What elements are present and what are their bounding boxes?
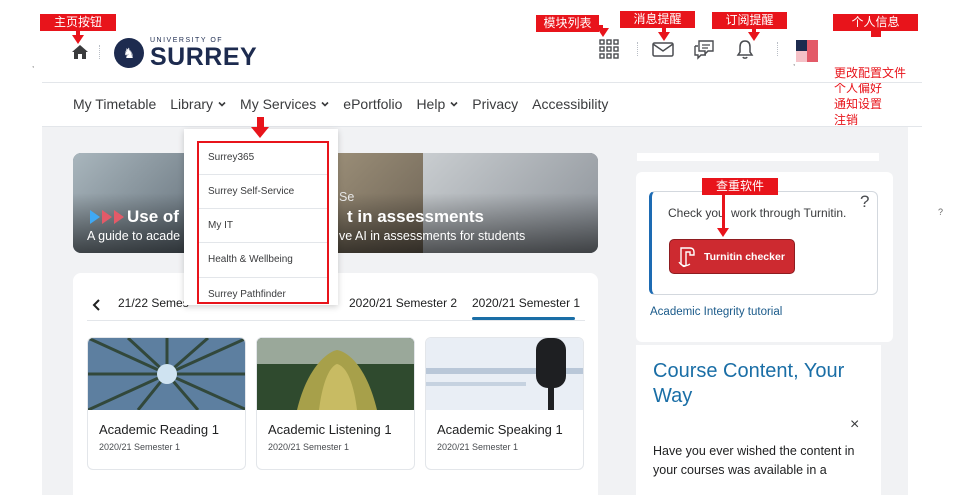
chevron-down-icon: [450, 101, 458, 107]
play-triangle-icon: [90, 210, 100, 224]
nav-separator: [42, 126, 922, 127]
banner-peek-right: Se: [339, 190, 355, 204]
annotation-arrow: [597, 28, 609, 37]
annotation-home: 主页按钮: [40, 14, 116, 31]
course-title: Academic Listening 1: [268, 422, 392, 437]
nav-accessibility[interactable]: Accessibility: [532, 96, 608, 112]
nav-help[interactable]: Help: [416, 96, 458, 112]
help-question-icon[interactable]: ?: [860, 192, 869, 212]
mail-icon[interactable]: [651, 38, 675, 60]
nav-label: My Services: [240, 96, 317, 112]
course-title: Academic Reading 1: [99, 422, 219, 437]
tab-baseline: [87, 320, 585, 321]
turnitin-checker-button[interactable]: Turnitin checker: [669, 239, 795, 274]
turnitin-button-label: Turnitin checker: [704, 250, 785, 263]
course-content-title: Course Content, Your Way: [653, 360, 845, 407]
dropdown-highlight-box: [197, 141, 329, 304]
main-nav: My Timetable Library My Services ePortfo…: [73, 94, 622, 114]
avatar-block: [796, 51, 807, 62]
avatar-block: [807, 40, 818, 62]
annotation-arrow: [717, 228, 729, 237]
course-content-body: Have you ever wished the content in your…: [653, 444, 855, 477]
stag-emblem-icon: ♞: [114, 38, 144, 68]
course-card[interactable]: Academic Speaking 1 2020/21 Semester 1: [425, 337, 584, 470]
chevron-down-icon: [218, 101, 226, 107]
banner-subtitle-left: A guide to acade: [87, 229, 181, 243]
annotation-arrow: [72, 35, 84, 44]
semester-tab[interactable]: 2020/21 Semester 2: [349, 296, 457, 310]
nav-label: Accessibility: [532, 96, 609, 112]
course-image-microphone: [426, 338, 583, 410]
home-icon[interactable]: [71, 44, 89, 60]
annotation-stem: [722, 195, 725, 229]
academic-integrity-link[interactable]: Academic Integrity tutorial: [650, 306, 782, 318]
annotation-stem: [871, 31, 881, 37]
course-image-trees: [88, 338, 245, 410]
stray-dot: ,: [793, 58, 796, 67]
stray-question-mark: ?: [938, 207, 944, 217]
annotation-arrow: [251, 127, 269, 138]
nav-label: Privacy: [472, 96, 519, 112]
turnitin-text-right: work through Turnitin.: [731, 206, 847, 220]
annotation-stem: [257, 117, 264, 127]
nav-eportfolio[interactable]: ePortfolio: [343, 96, 402, 112]
course-card[interactable]: Academic Reading 1 2020/21 Semester 1: [87, 337, 246, 470]
close-icon[interactable]: ×: [850, 416, 859, 434]
annotation-profile: 个人信息: [833, 14, 918, 31]
annotation-modules: 模块列表: [536, 15, 599, 32]
header-divider: [637, 42, 639, 56]
course-semester: 2020/21 Semester 1: [437, 442, 519, 452]
nav-label: Help: [416, 96, 446, 112]
nav-label: ePortfolio: [343, 96, 403, 112]
active-tab-indicator: [472, 317, 575, 320]
semester-tab-partial[interactable]: 21/22 Semes: [118, 296, 189, 310]
turnitin-text-left: Check you: [668, 206, 725, 220]
play-triangle-icon: [114, 210, 124, 224]
right-widget-strip: [637, 153, 879, 161]
turnitin-logo-icon: [678, 246, 695, 267]
course-semester: 2020/21 Semester 1: [268, 442, 350, 452]
annotation-arrow: [658, 32, 670, 41]
annotation-arrow: [748, 32, 760, 41]
logo-text: UNIVERSITY OF SURREY: [150, 37, 258, 71]
annotation-plagiarism: 查重软件: [702, 178, 778, 195]
stray-dot: ,: [32, 60, 35, 69]
course-image-moss: [257, 338, 414, 410]
play-triangle-icon: [102, 210, 112, 224]
semester-tab-active[interactable]: 2020/21 Semester 1: [472, 296, 580, 310]
avatar[interactable]: [796, 40, 818, 62]
module-grid-icon[interactable]: [598, 38, 620, 60]
chevron-down-icon: [321, 101, 329, 107]
header-separator: [42, 82, 922, 83]
nav-my-services[interactable]: My Services: [240, 96, 329, 112]
chat-icon[interactable]: [693, 38, 715, 60]
chevron-left-icon[interactable]: [92, 299, 102, 311]
course-card[interactable]: Academic Listening 1 2020/21 Semester 1: [256, 337, 415, 470]
banner-subtitle-right: ve AI in assessments for students: [339, 229, 526, 243]
university-logo[interactable]: ♞ UNIVERSITY OF SURREY: [114, 36, 257, 70]
header-divider: [777, 42, 779, 56]
banner-title-right: t in assessments: [347, 207, 485, 226]
annotation-messages: 消息提醒: [620, 11, 695, 28]
logo-big-text: SURREY: [150, 43, 258, 71]
avatar-block: [796, 40, 807, 51]
nav-privacy[interactable]: Privacy: [472, 96, 518, 112]
course-title: Academic Speaking 1: [437, 422, 563, 437]
course-semester: 2020/21 Semester 1: [99, 442, 181, 452]
nav-label: My Timetable: [73, 96, 157, 112]
bell-icon[interactable]: [734, 38, 756, 60]
annotation-subscriptions: 订阅提醒: [712, 12, 787, 29]
page-root: , ♞ UNIVERSITY OF SURREY , 主页按钮 模块列表 消息提…: [0, 0, 968, 495]
nav-label: Library: [170, 96, 214, 112]
nav-my-timetable[interactable]: My Timetable: [73, 96, 156, 112]
header-divider: [99, 45, 101, 59]
nav-library[interactable]: Library: [170, 96, 226, 112]
annotation-profile-menu-item: 更改配置文件: [834, 66, 907, 80]
annotation-profile-menu-item: 通知设置: [834, 97, 883, 111]
